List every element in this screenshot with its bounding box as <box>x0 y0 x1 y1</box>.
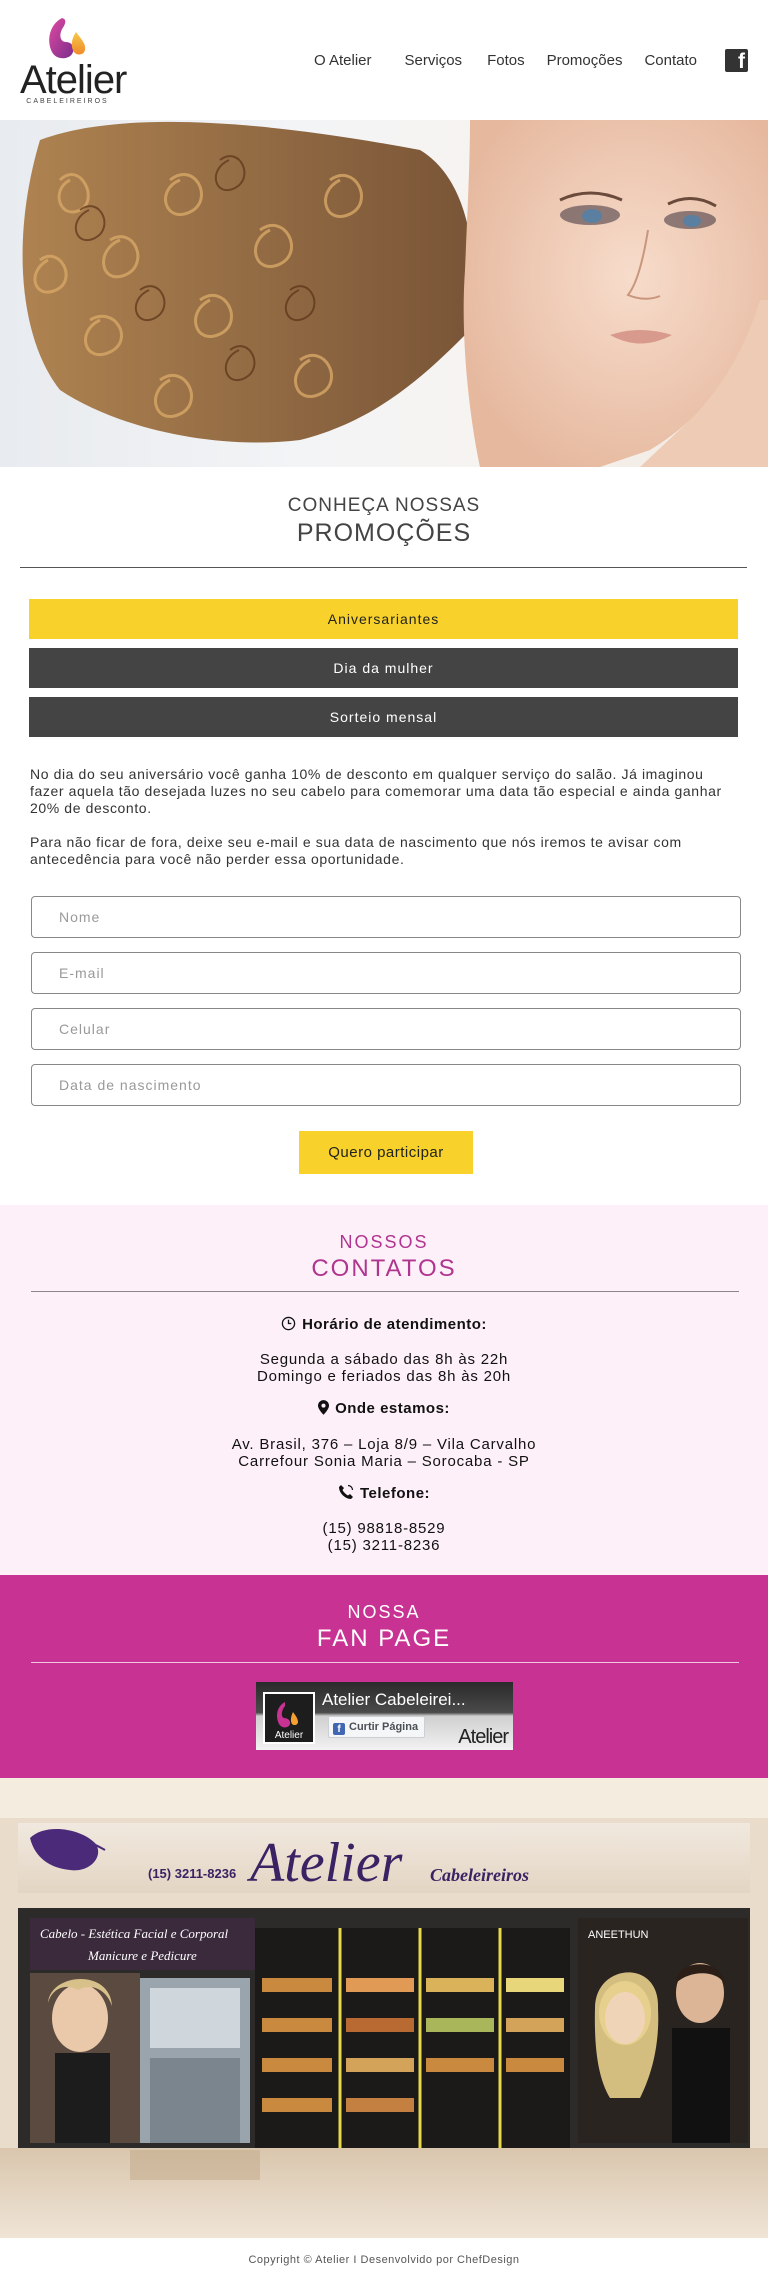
hours-label-text: Horário de atendimento: <box>302 1316 487 1333</box>
nav-contato[interactable]: Contato <box>633 50 708 72</box>
hours-line-1: Segunda a sábado das 8h às 22h <box>259 1351 509 1368</box>
logo-mark-icon: Atelier <box>275 1702 304 1741</box>
svg-text:Atelier: Atelier <box>275 1730 304 1741</box>
fanpage-heading-small: NOSSA <box>347 1602 421 1622</box>
divider <box>20 567 747 568</box>
facebook-icon[interactable]: f <box>725 49 748 73</box>
map-pin-icon <box>318 1400 330 1415</box>
phone-input[interactable] <box>32 1009 740 1049</box>
logo-mark-icon <box>49 18 86 59</box>
tab-sorteio-mensal[interactable]: Sorteio mensal <box>29 697 738 737</box>
logo-text: Atelier <box>20 58 127 102</box>
submit-button[interactable]: Quero participar <box>299 1131 473 1174</box>
email-field[interactable] <box>31 952 741 994</box>
address-line-2: Carrefour Sonia Maria – Sorocaba - SP <box>238 1453 530 1470</box>
hours-label: Horário de atendimento: <box>0 1316 768 1333</box>
hours-line-2: Domingo e feriados das 8h às 20h <box>256 1368 512 1385</box>
divider <box>31 1662 739 1663</box>
name-field[interactable] <box>31 896 741 938</box>
fanpage-section: NOSSA FAN PAGE Atelier Atelier Cabeleire… <box>0 1575 768 1778</box>
storefront-sign-phone: (15) 3211-8236 <box>148 1866 236 1881</box>
phone-icon <box>338 1484 354 1499</box>
phone-label: Telefone: <box>0 1484 768 1502</box>
promo-heading: CONHEÇA NOSSAS PROMOÇÕES <box>0 494 768 548</box>
tab-aniversariantes[interactable]: Aniversariantes <box>29 599 738 639</box>
like-page-button[interactable]: f Curtir Página <box>328 1716 426 1738</box>
promo-paragraph-2: Para não ficar de fora, deixe seu e-mail… <box>30 834 682 867</box>
storefront-sign-name: Atelier <box>246 1832 403 1894</box>
main-nav: O Atelier Serviços Fotos Promoções Conta… <box>303 50 708 72</box>
promo-heading-big: PROMOÇÕES <box>296 519 472 547</box>
clock-icon <box>281 1316 296 1331</box>
storefront-banner-line-2: Manicure e Pedicure <box>87 1948 197 1963</box>
fanpage-heading-big: FAN PAGE <box>316 1625 452 1652</box>
site-header: Atelier CABELEIREIROS O Atelier Serviços… <box>0 0 768 120</box>
page-thumbnail[interactable]: Atelier <box>263 1692 315 1744</box>
logo[interactable]: Atelier CABELEIREIROS <box>20 14 127 106</box>
phone-number-1[interactable]: (15) 98818-8529 <box>0 1520 768 1538</box>
nav-servicos[interactable]: Serviços <box>383 50 477 72</box>
nav-o-atelier[interactable]: O Atelier <box>303 50 383 72</box>
storefront-brand: ANEETHUN <box>588 1929 649 1941</box>
birthdate-field[interactable] <box>31 1064 741 1106</box>
contacts-heading-small: NOSSOS <box>339 1232 429 1252</box>
email-input[interactable] <box>32 953 740 993</box>
storefront-illustration: (15) 3211-8236 Atelier Cabeleireiros Cab… <box>0 1778 768 2238</box>
location-label-text: Onde estamos: <box>335 1400 450 1417</box>
facebook-page-widget[interactable]: Atelier Atelier Cabeleirei... f Curtir Pá… <box>256 1682 513 1750</box>
promo-paragraph-1: No dia do seu aniversário você ganha 10%… <box>30 766 722 816</box>
hero-woman-hair-illustration <box>22 120 768 467</box>
phone-number-2[interactable]: (15) 3211-8236 <box>0 1537 768 1555</box>
nav-fotos[interactable]: Fotos <box>476 50 536 72</box>
tab-dia-da-mulher[interactable]: Dia da mulher <box>29 648 738 688</box>
birthdate-input[interactable] <box>32 1065 740 1105</box>
storefront-photo: (15) 3211-8236 Atelier Cabeleireiros Cab… <box>0 1778 768 2238</box>
storefront-banner-line-1: Cabelo - Estética Facial e Corporal <box>40 1926 229 1941</box>
facebook-icon: f <box>333 1723 345 1735</box>
phone-field[interactable] <box>31 1008 741 1050</box>
name-input[interactable] <box>32 897 740 937</box>
page: Atelier CABELEIREIROS O Atelier Serviços… <box>0 0 768 2282</box>
like-page-label: Curtir Página <box>349 1721 419 1733</box>
footer-copyright: Copyright © Atelier I Desenvolvido por C… <box>248 2254 520 2266</box>
nav-promocoes[interactable]: Promoções <box>536 50 634 72</box>
phone-label-text: Telefone: <box>359 1485 431 1502</box>
promo-heading-small: CONHEÇA NOSSAS <box>287 495 481 516</box>
logo-subtext: CABELEIREIROS <box>26 98 109 105</box>
contacts-heading-big: CONTATOS <box>311 1255 457 1282</box>
divider <box>31 1291 739 1292</box>
storefront-sign-sub: Cabeleireiros <box>430 1865 529 1885</box>
hero-image <box>0 120 768 467</box>
widget-logo: Atelier <box>458 1726 509 1748</box>
contacts-section: NOSSOS CONTATOS Horário de atendimento: … <box>0 1205 768 1575</box>
location-label: Onde estamos: <box>0 1400 768 1417</box>
widget-title[interactable]: Atelier Cabeleirei... <box>322 1690 466 1710</box>
address-line-1: Av. Brasil, 376 – Loja 8/9 – Vila Carval… <box>231 1436 537 1453</box>
